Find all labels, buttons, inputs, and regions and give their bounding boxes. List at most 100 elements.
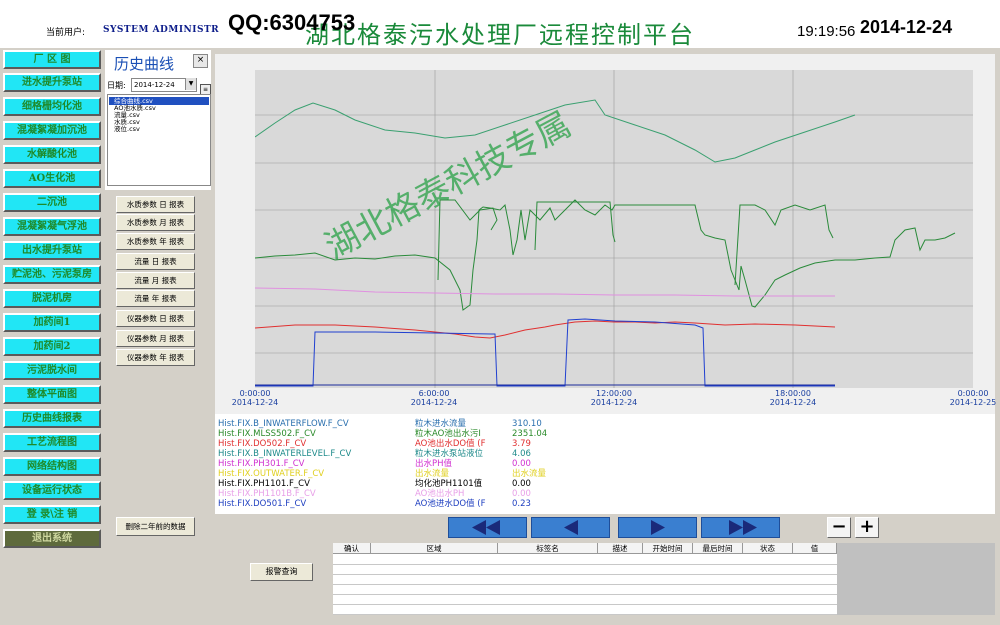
fast-forward-icon [728,520,757,535]
series-do501 [255,318,835,387]
legend-value: 0.00 [512,459,531,469]
alarm-row-divider [333,604,837,605]
legend-desc: AO池进水DO值 (F [415,499,486,509]
nav-button-18[interactable]: 网络结构图 [3,457,101,476]
series-mlss-d [734,204,834,286]
zoom-in-button[interactable]: + [855,517,879,538]
nav-button-16[interactable]: 历史曲线报表 [3,409,101,428]
nav-button-7[interactable]: 二沉池 [3,193,101,212]
legend-value: 2351.04 [512,429,548,439]
alarm-column-header[interactable]: 标签名 [498,543,598,554]
nav-button-3[interactable]: 细格栅均化池 [3,97,101,116]
nav-button-1[interactable]: 厂 区 图 [3,50,101,69]
legend-tag: Hist.FIX.MLSS502.F_CV [218,429,316,439]
history-panel: 历史曲线 × 日期: 2014-12-24 ▼ ≡ 综合曲线.csv AO池水质.… [105,50,211,190]
x-tick-date: 2014-12-24 [769,398,817,407]
alarm-table-empty-area [837,543,995,615]
fast-backward-button[interactable] [448,517,527,538]
report-button-6[interactable]: 流量 年 报表 [116,290,195,307]
alarm-row-divider [333,574,837,575]
step-backward-icon [563,520,578,535]
report-button-3[interactable]: 水质参数 年 报表 [116,233,195,250]
report-button-5[interactable]: 流量 月 报表 [116,272,195,289]
nav-button-8[interactable]: 混凝絮凝气浮池 [3,217,101,236]
nav-button-9[interactable]: 出水提升泵站 [3,241,101,260]
delete-old-data-button[interactable]: 删除二年前的数据 [116,517,195,536]
report-button-4[interactable]: 流量 日 报表 [116,253,195,270]
history-panel-title: 历史曲线 [114,55,175,73]
legend-value: 3.79 [512,439,531,449]
x-tick-label: 0:00:00 2014-12-24 [225,389,285,407]
nav-button-12[interactable]: 加药间1 [3,313,101,332]
legend-tag: Hist.FIX.PH301.F_CV [218,459,305,469]
nav-button-15[interactable]: 整体平面图 [3,385,101,404]
x-tick-time: 12:00:00 [596,389,632,398]
legend-desc: 均化池PH1101值 [415,479,483,489]
nav-button-17[interactable]: 工艺流程图 [3,433,101,452]
legend-panel: Hist.FIX.B_INWATERFLOW.F_CV 粒木进水流量 310.10 H… [215,414,995,514]
legend-desc: AO池出水PH [415,489,465,499]
legend-tag: Hist.FIX.PH1101.F_CV [218,479,310,489]
alarm-column-header[interactable]: 确认 [333,543,371,554]
current-user-name: SYSTEM ADMINISTR [103,25,220,35]
alarm-column-header[interactable]: 值 [793,543,837,554]
legend-desc: 粒木进水泵站液位 [415,449,484,459]
legend-value: 0.23 [512,499,531,509]
legend-desc: AO池出水DO值 (F [415,439,486,449]
legend-value: 0.00 [512,479,531,489]
nav-button-6[interactable]: AO生化池 [3,169,101,188]
report-button-1[interactable]: 水质参数 日 报表 [116,196,195,213]
step-backward-button[interactable] [531,517,610,538]
close-icon[interactable]: × [193,54,208,68]
x-tick-time: 0:00:00 [239,389,271,398]
nav-button-14[interactable]: 污泥脱水间 [3,361,101,380]
clock-date: 2014-12-24 [860,17,953,37]
trend-svg [255,70,973,388]
file-list[interactable]: 综合曲线.csv AO池水质.csv 流量.csv 水质.csv 液位.csv [107,94,211,186]
report-button-7[interactable]: 仪器参数 日 报表 [116,310,195,327]
nav-button-13[interactable]: 加药间2 [3,337,101,356]
nav-button-10[interactable]: 贮泥池、污泥泵房 [3,265,101,284]
legend-tag: Hist.FIX.B_INWATERFLOW.F_CV [218,419,349,429]
legend-value: 出水流量 [512,469,547,479]
report-button-8[interactable]: 仪器参数 月 报表 [116,330,195,347]
nav-button-4[interactable]: 混凝絮凝加沉池 [3,121,101,140]
x-tick-date: 2014-12-24 [590,398,638,407]
trend-plot[interactable] [255,70,973,388]
playback-bar: − + [215,516,995,540]
nav-button-11[interactable]: 脱泥机房 [3,289,101,308]
report-button-2[interactable]: 水质参数 月 报表 [116,214,195,231]
nav-button-21[interactable]: 退出系统 [3,529,101,548]
legend-tag: Hist.FIX.B_INWATERLEVEL.F_CV [218,449,352,459]
alarm-query-button[interactable]: 报警查询 [250,563,313,581]
x-tick-time: 6:00:00 [418,389,450,398]
report-button-9[interactable]: 仪器参数 年 报表 [116,349,195,366]
nav-button-5[interactable]: 水解酸化池 [3,145,101,164]
clock-time: 19:19:56 [797,23,856,40]
legend-desc: 粒木AO池出水污I [415,429,481,439]
legend-tag: Hist.FIX.DO502.F_CV [218,439,307,449]
fast-backward-icon [471,520,500,535]
alarm-column-header[interactable]: 区域 [371,543,498,554]
chevron-down-icon[interactable]: ▼ [185,78,196,90]
fast-forward-button[interactable] [701,517,780,538]
alarm-column-header[interactable]: 描述 [598,543,643,554]
legend-desc: 出水流量 [415,469,450,479]
alarm-column-header[interactable]: 最后时间 [693,543,743,554]
nav-button-20[interactable]: 登 录\注 销 [3,505,101,524]
x-tick-label: 0:00:00 2014-12-25 [943,389,1000,407]
step-forward-button[interactable] [618,517,697,538]
legend-value: 310.10 [512,419,542,429]
page-title: 湖北格泰污水处理厂远程控制平台 [305,21,695,49]
series-mlss [255,199,956,311]
alarm-row-divider [333,614,837,615]
nav-button-2[interactable]: 进水提升泵站 [3,73,101,92]
alarm-column-header[interactable]: 状态 [743,543,793,554]
file-list-item[interactable]: 液位.csv [109,125,209,133]
x-tick-label: 12:00:00 2014-12-24 [584,389,644,407]
zoom-out-button[interactable]: − [827,517,851,538]
series-do502 [255,320,836,339]
nav-button-19[interactable]: 设备运行状态 [3,481,101,500]
alarm-column-header[interactable]: 开始时间 [643,543,693,554]
step-forward-icon [650,520,665,535]
